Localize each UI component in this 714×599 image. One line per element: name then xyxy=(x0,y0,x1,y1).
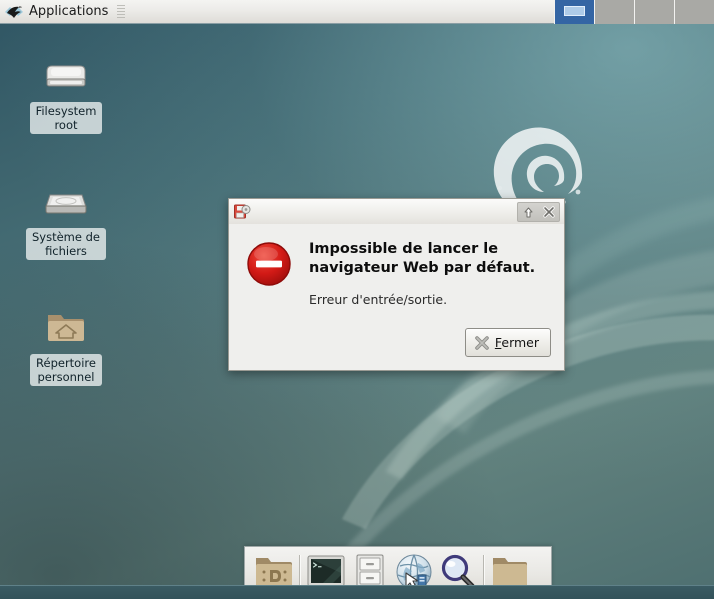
workspace-1[interactable] xyxy=(554,0,594,24)
close-button-rest: ermer xyxy=(501,335,539,350)
dialog-body: Impossible de lancer le navigateur Web p… xyxy=(228,224,565,371)
error-dialog: Impossible de lancer le navigateur Web p… xyxy=(228,198,565,371)
panel-grip-icon[interactable] xyxy=(117,4,126,19)
close-x-icon xyxy=(475,335,489,350)
workspace-4[interactable] xyxy=(674,0,714,24)
icon-label-line1: Répertoire xyxy=(36,356,96,370)
desktop-icon-repertoire-personnel[interactable]: Répertoire personnel xyxy=(18,304,114,386)
dialog-primary-text: Impossible de lancer le navigateur Web p… xyxy=(309,241,536,276)
desktop-icon-systeme-de-fichiers[interactable]: Système de fichiers xyxy=(18,178,114,260)
icon-label-line2: personnel xyxy=(37,370,95,384)
workspace-3[interactable] xyxy=(634,0,674,24)
workspace-2[interactable] xyxy=(594,0,634,24)
hard-drive-icon xyxy=(40,52,92,98)
close-button[interactable]: Fermer xyxy=(464,328,551,357)
home-folder-icon xyxy=(40,304,92,350)
titlebar-buttons xyxy=(517,202,560,222)
applications-menu-label: Applications xyxy=(29,4,109,19)
error-stop-icon xyxy=(247,242,291,286)
top-panel: Applications xyxy=(0,0,714,24)
applications-menu-button[interactable]: Applications xyxy=(0,0,130,24)
window-close-x-icon[interactable] xyxy=(539,204,558,220)
desktop-icon-filesystem-root[interactable]: Filesystem root xyxy=(18,52,114,134)
icon-label-line2: fichiers xyxy=(45,244,87,258)
dialog-texts: Impossible de lancer le navigateur Web p… xyxy=(309,238,541,307)
terminal-icon xyxy=(307,555,345,586)
icon-label-line2: root xyxy=(54,118,78,132)
close-button-label: Fermer xyxy=(495,335,539,350)
icon-label-line1: Filesystem xyxy=(35,104,97,118)
desktop-icon-label: Répertoire personnel xyxy=(30,354,102,386)
dock-separator-2 xyxy=(483,554,485,589)
debian-gnu-logo-icon xyxy=(5,5,23,18)
workspace-switcher[interactable] xyxy=(554,0,714,24)
desktop-icon-label: Système de fichiers xyxy=(26,228,106,260)
desktop-screen: Applications Filesystem root Système de … xyxy=(0,0,714,599)
dialog-button-box: Fermer xyxy=(464,328,551,357)
dialog-titlebar[interactable] xyxy=(228,198,565,224)
dialog-message-row: Impossible de lancer le navigateur Web p… xyxy=(245,238,548,307)
shade-up-arrow-icon[interactable] xyxy=(519,204,538,220)
dock-separator-1 xyxy=(299,554,301,589)
folder-icon xyxy=(493,557,527,586)
hard-drive-icon xyxy=(40,178,92,224)
desktop-icon-label: Filesystem root xyxy=(29,102,103,134)
icon-label-line1: Système de xyxy=(32,230,100,244)
bottom-taskbar[interactable] xyxy=(0,585,714,599)
broken-application-icon xyxy=(234,204,251,218)
dialog-secondary-text: Erreur d'entrée/sortie. xyxy=(309,292,448,307)
